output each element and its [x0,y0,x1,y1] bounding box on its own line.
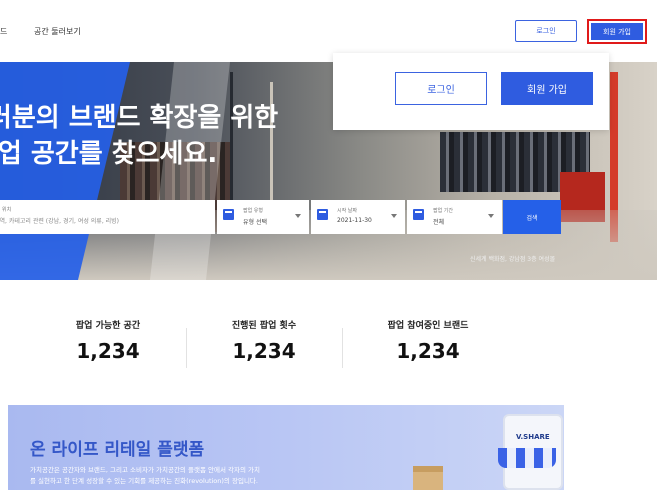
location-placeholder: 지역, 카테고리 관련 (강남, 경기, 여성 의류, 리빙) [0,218,120,225]
nav-signup-button[interactable]: 회원 가입 [591,23,643,40]
stat-available-spaces: 팝업 가능한 공간 1,234 [28,318,188,363]
auth-popup: 로그인 회원 가입 [333,53,609,130]
stat-value: 1,234 [76,339,140,363]
box-illustration [413,466,443,490]
search-button[interactable]: 검색 [503,200,561,234]
banner-desc-line1: 가치공간은 공간자와 브랜드, 그리고 소비자가 가치공간의 플랫폼 안에서 각… [30,466,260,474]
banner-desc-line2: 를 실현하고 한 단계 성장할 수 있는 기회를 제공하는 진화(revolut… [30,477,258,485]
stat-value: 1,234 [232,339,296,363]
nav-login-button[interactable]: 로그인 [515,20,577,42]
vshare-logo: V.SHARE [516,433,550,441]
banner-description: 가치공간은 공간자와 브랜드, 그리고 소비자가 가치공간의 플랫폼 안에서 각… [30,465,260,487]
stat-label: 팝업 가능한 공간 [75,321,141,331]
divider [342,328,343,368]
stat-label: 팝업 참여중인 브랜드 [387,321,469,331]
popup-signup-button[interactable]: 회원 가입 [501,72,593,105]
location-field[interactable]: 위치 지역, 카테고리 관련 (강남, 경기, 여성 의류, 리빙) [0,200,215,234]
stat-label: 진행된 팝업 횟수 [231,321,297,331]
calendar-icon [317,209,328,220]
type-select[interactable]: 팝업 유형 유형 선택 [217,200,309,234]
hero-title-line2: 팝업 공간를 찾으세요. [0,139,218,169]
nav-signup-highlight: 회원 가입 [587,19,647,44]
chevron-down-icon [488,214,494,218]
store-icon [223,209,234,220]
start-date-label: 시작 날짜 [337,208,357,214]
start-date-value: 2021-11-30 [337,217,372,224]
search-bar: 위치 지역, 카테고리 관련 (강남, 경기, 여성 의류, 리빙) 팝업 유형… [0,200,561,234]
period-value: 전체 [433,219,445,226]
period-label: 팝업 기간 [433,208,453,214]
stats-section: 팝업 가능한 공간 1,234 진행된 팝업 횟수 1,234 팝업 참여중인 … [0,300,657,390]
stat-value: 1,234 [396,339,460,363]
stat-popup-count: 진행된 팝업 횟수 1,234 [184,318,344,363]
type-select-value: 유형 선택 [243,219,267,226]
platform-banner: 온 라이프 리테일 플랫폼 가치공간은 공간자와 브랜드, 그리고 소비자가 가… [8,405,564,490]
period-select[interactable]: 팝업 기간 전체 [407,200,502,234]
hero-photo-credit: 신세계 백화점, 강남점 3층 여성몰 [470,256,556,263]
store-awning-illustration [498,448,556,468]
start-date-select[interactable]: 시작 날짜 2021-11-30 [311,200,405,234]
nav-link-truncated[interactable]: 드 [0,26,7,37]
banner-title: 온 라이프 리테일 플랫폼 [30,440,205,460]
chevron-down-icon [295,214,301,218]
type-select-label: 팝업 유형 [243,208,263,214]
chevron-down-icon [391,214,397,218]
stat-brands: 팝업 참여중인 브랜드 1,234 [348,318,508,363]
popup-login-button[interactable]: 로그인 [395,72,487,105]
location-field-label: 위치 [2,207,12,213]
hero-title-line1: 여러분의 브랜드 확장을 위한 [0,103,279,133]
nav-link-browse-spaces[interactable]: 공간 둘러보기 [34,26,81,37]
calendar-icon [413,209,424,220]
page: 여러분의 브랜드 확장을 위한 팝업 공간를 찾으세요. 위치 지역, 카테고리… [0,0,657,490]
